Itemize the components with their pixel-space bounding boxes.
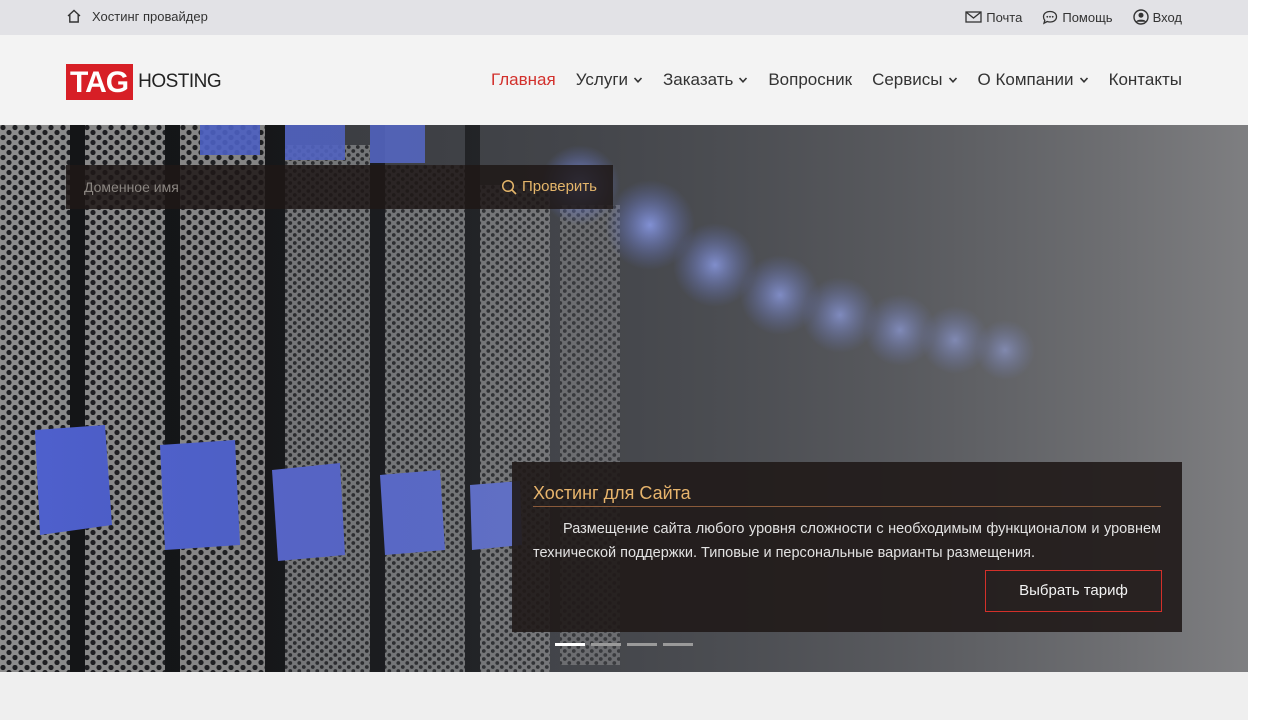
nav-item-services[interactable]: Услуги [576, 70, 643, 90]
chevron-down-icon [1079, 77, 1088, 83]
nav-item-contacts[interactable]: Контакты [1109, 70, 1182, 90]
slide-title: Хостинг для Сайта [533, 483, 691, 503]
nav-item-tools[interactable]: Сервисы [872, 70, 957, 90]
login-label: Вход [1152, 9, 1182, 25]
nav-item-about[interactable]: О Компании [978, 70, 1089, 90]
mail-icon [965, 11, 982, 23]
slider-dot[interactable] [555, 643, 585, 646]
nav-item-label: О Компании [977, 70, 1074, 89]
chevron-down-icon [633, 77, 643, 83]
hero-slider: Проверить Хостинг для Сайта Размещение с… [0, 125, 1248, 672]
domain-search: Проверить [66, 165, 613, 209]
slide-description: Размещение сайта любого уровня сложности… [533, 521, 1161, 561]
domain-input[interactable] [66, 165, 484, 209]
help-link[interactable]: Помощь [1042, 9, 1113, 25]
home-link[interactable]: Хостинг провайдер [66, 8, 208, 24]
slider-dot[interactable] [591, 643, 621, 646]
scrollbar-gutter [1248, 0, 1280, 720]
nav-item-label: Сервисы [872, 70, 943, 89]
nav-item-label: Услуги [575, 70, 629, 89]
slide-caption: Хостинг для Сайта Размещение сайта любог… [512, 462, 1182, 632]
mail-link[interactable]: Почта [965, 9, 1022, 25]
nav-item-label: Заказать [663, 70, 734, 89]
top-bar: Хостинг провайдер Почта Помощь Вход [0, 0, 1248, 35]
main-nav: Главная Услуги Заказать Вопросник Сервис… [491, 70, 1182, 90]
home-label: Хостинг провайдер [92, 8, 208, 24]
search-icon [501, 179, 517, 195]
nav-item-order[interactable]: Заказать [663, 70, 748, 90]
top-links: Почта Помощь Вход [965, 9, 1182, 25]
slide-divider [533, 506, 1161, 507]
chevron-down-icon [948, 77, 957, 83]
mail-label: Почта [986, 9, 1023, 25]
nav-item-home[interactable]: Главная [491, 70, 556, 90]
slider-pagination [555, 643, 693, 646]
nav-item-questionnaire[interactable]: Вопросник [768, 70, 852, 90]
home-icon [67, 9, 81, 23]
logo-mark: TAG [66, 64, 134, 100]
user-icon [1132, 9, 1149, 25]
header: TAG HOSTING Главная Услуги Заказать Вопр… [0, 35, 1248, 125]
login-link[interactable]: Вход [1132, 9, 1182, 25]
help-label: Помощь [1062, 9, 1113, 25]
chat-icon [1043, 10, 1058, 24]
slider-dot[interactable] [663, 643, 693, 646]
check-button[interactable]: Проверить [501, 178, 597, 195]
logo[interactable]: TAG HOSTING [66, 64, 222, 100]
nav-item-label: Вопросник [768, 70, 853, 89]
nav-item-label: Главная [491, 70, 556, 89]
check-button-label: Проверить [521, 178, 597, 195]
page: Хостинг провайдер Почта Помощь Вход TAG … [0, 0, 1248, 720]
choose-plan-button[interactable]: Выбрать тариф [985, 570, 1162, 612]
logo-text: HOSTING [138, 71, 222, 92]
slider-dot[interactable] [627, 643, 657, 646]
nav-item-label: Контакты [1108, 70, 1182, 89]
chevron-down-icon [739, 77, 748, 83]
